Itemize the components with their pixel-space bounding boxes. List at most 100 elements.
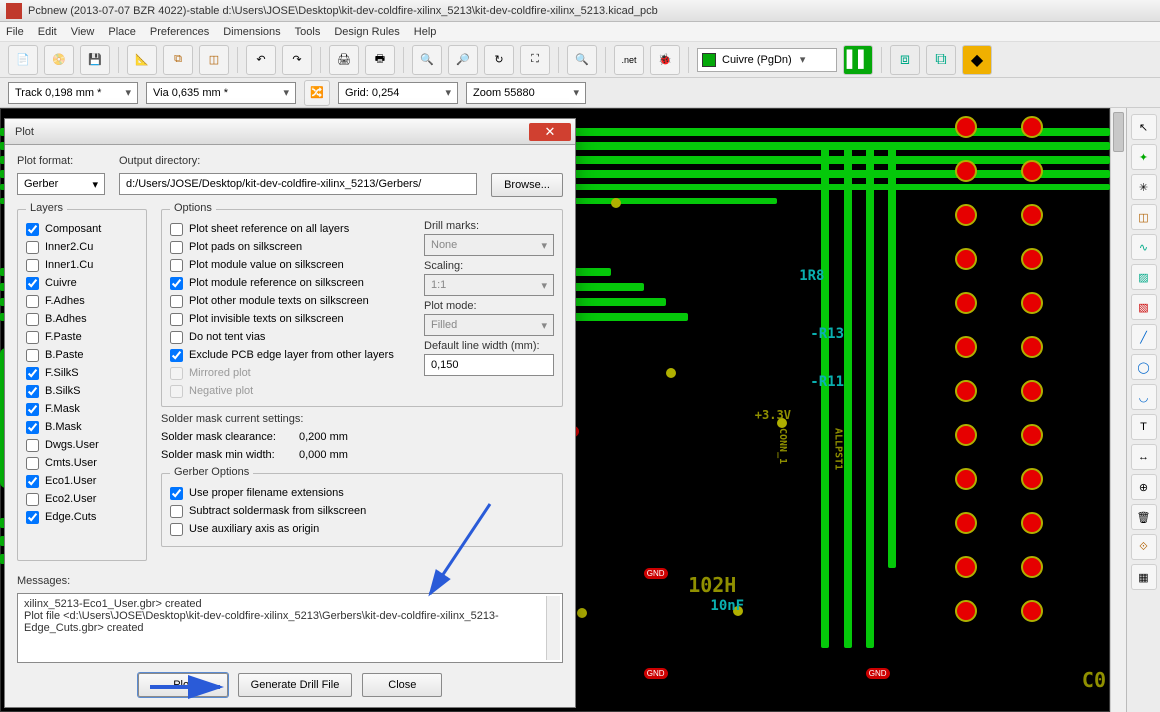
layer-cmts-user[interactable]: Cmts.User <box>26 454 138 472</box>
component-icon[interactable]: ⧉ <box>163 45 193 75</box>
autoroute-icon[interactable]: 🔀 <box>304 80 330 106</box>
layer-b-paste[interactable]: B.Paste <box>26 346 138 364</box>
layer-composant[interactable]: Composant <box>26 220 138 238</box>
add-zone-icon[interactable]: ▨ <box>1131 264 1157 290</box>
layer-b-silks[interactable]: B.SilkS <box>26 382 138 400</box>
menu-edit[interactable]: Edit <box>38 26 57 38</box>
layer-b-adhes[interactable]: B.Adhes <box>26 310 138 328</box>
drill-select[interactable]: None▾ <box>424 234 554 256</box>
plot-format-select[interactable]: Gerber ▾ <box>17 173 105 195</box>
text-icon[interactable]: T <box>1131 414 1157 440</box>
zoom-out-icon[interactable]: 🔎 <box>448 45 478 75</box>
drill-label: Drill marks: <box>424 220 554 232</box>
dimension-icon[interactable]: ↔ <box>1131 444 1157 470</box>
plot-icon[interactable]: 🖶 <box>365 45 395 75</box>
find-icon[interactable]: 🔍 <box>567 45 597 75</box>
opt-2[interactable]: Plot module value on silkscreen <box>170 256 400 274</box>
layer-b-mask[interactable]: B.Mask <box>26 418 138 436</box>
linewidth-input[interactable]: 0,150 <box>424 354 554 376</box>
draw-line-icon[interactable]: ╱ <box>1131 324 1157 350</box>
zoom-in-icon[interactable]: 🔍 <box>412 45 442 75</box>
browse-button[interactable]: Browse... <box>491 173 563 197</box>
zoom-select[interactable]: Zoom 55880 ▾ <box>466 82 586 104</box>
close-icon[interactable]: ✕ <box>529 123 571 141</box>
delete-icon[interactable]: 🗑 <box>1131 504 1157 530</box>
layer-cuivre[interactable]: Cuivre <box>26 274 138 292</box>
opt-5[interactable]: Plot invisible texts on silkscreen <box>170 310 400 328</box>
layer-inner1-cu[interactable]: Inner1.Cu <box>26 256 138 274</box>
menu-tools[interactable]: Tools <box>295 26 321 38</box>
refresh-icon[interactable]: ↻ <box>484 45 514 75</box>
layer-select[interactable]: Cuivre (PgDn) ▾ <box>697 48 837 72</box>
netlist-icon[interactable]: .net <box>614 45 644 75</box>
menu-file[interactable]: File <box>6 26 24 38</box>
grid-select[interactable]: Grid: 0,254 ▾ <box>338 82 458 104</box>
auto-track-icon[interactable]: ⧉ <box>926 45 956 75</box>
track-width-select[interactable]: Track 0,198 mm * ▾ <box>8 82 138 104</box>
undo-icon[interactable]: ↶ <box>246 45 276 75</box>
opt-1[interactable]: Plot pads on silkscreen <box>170 238 400 256</box>
draw-arc-icon[interactable]: ◡ <box>1131 384 1157 410</box>
layer-toggle-icon[interactable]: ▌▌ <box>843 45 873 75</box>
gnd-label: GND <box>644 568 668 579</box>
sm-clear-k: Solder mask clearance: <box>161 431 291 443</box>
menu-preferences[interactable]: Preferences <box>150 26 209 38</box>
redo-icon[interactable]: ↷ <box>282 45 312 75</box>
menu-help[interactable]: Help <box>414 26 437 38</box>
draw-circle-icon[interactable]: ◯ <box>1131 354 1157 380</box>
page-setup-icon[interactable]: 📐 <box>127 45 157 75</box>
dialog-titlebar[interactable]: Plot ✕ <box>5 119 575 145</box>
zoom-fit-icon[interactable]: ⛶ <box>520 45 550 75</box>
opt-6[interactable]: Do not tent vias <box>170 328 400 346</box>
layer-dwgs-user[interactable]: Dwgs.User <box>26 436 138 454</box>
scaling-select[interactable]: 1:1▾ <box>424 274 554 296</box>
keepout-icon[interactable]: ▧ <box>1131 294 1157 320</box>
open-icon[interactable]: 📀 <box>44 45 74 75</box>
warning-icon[interactable]: ◆ <box>962 45 992 75</box>
scroll-thumb[interactable] <box>1113 112 1124 152</box>
layer-f-paste[interactable]: F.Paste <box>26 328 138 346</box>
new-icon[interactable]: 📄 <box>8 45 38 75</box>
local-ratsnest-icon[interactable]: ✳ <box>1131 174 1157 200</box>
layer-edge-cuts[interactable]: Edge.Cuts <box>26 508 138 526</box>
layer-f-mask[interactable]: F.Mask <box>26 400 138 418</box>
cursor-icon[interactable]: ↖ <box>1131 114 1157 140</box>
layer-f-silks[interactable]: F.SilkS <box>26 364 138 382</box>
track-width-label: Track 0,198 mm * <box>15 87 101 99</box>
layer-inner2-cu[interactable]: Inner2.Cu <box>26 238 138 256</box>
offset-icon[interactable]: ⟐ <box>1131 534 1157 560</box>
add-track-icon[interactable]: ∿ <box>1131 234 1157 260</box>
through-hole-pad <box>955 380 977 402</box>
drc-icon[interactable]: 🐞 <box>650 45 680 75</box>
via-size-select[interactable]: Via 0,635 mm * ▾ <box>146 82 296 104</box>
close-button[interactable]: Close <box>362 673 442 697</box>
opt-4[interactable]: Plot other module texts on silkscreen <box>170 292 400 310</box>
messages-scrollbar[interactable] <box>546 596 560 660</box>
save-icon[interactable]: 💾 <box>80 45 110 75</box>
layer-eco1-user[interactable]: Eco1.User <box>26 472 138 490</box>
menu-place[interactable]: Place <box>108 26 136 38</box>
output-dir-input[interactable]: d:/Users/JOSE/Desktop/kit-dev-coldfire-x… <box>119 173 477 195</box>
target-icon[interactable]: ⊕ <box>1131 474 1157 500</box>
through-hole-pad <box>955 116 977 138</box>
menu-design-rules[interactable]: Design Rules <box>334 26 399 38</box>
add-module-icon[interactable]: ◫ <box>1131 204 1157 230</box>
layer-eco2-user[interactable]: Eco2.User <box>26 490 138 508</box>
menu-dimensions[interactable]: Dimensions <box>223 26 280 38</box>
menu-view[interactable]: View <box>71 26 95 38</box>
gerber-opt-0[interactable]: Use proper filename extensions <box>170 484 554 502</box>
grid-origin-icon[interactable]: ▦ <box>1131 564 1157 590</box>
highlight-net-icon[interactable]: ✦ <box>1131 144 1157 170</box>
print-icon[interactable]: 🖨 <box>329 45 359 75</box>
plotmode-select[interactable]: Filled▾ <box>424 314 554 336</box>
opt-7[interactable]: Exclude PCB edge layer from other layers <box>170 346 400 364</box>
gerber-title: Gerber Options <box>170 466 253 478</box>
vertical-scrollbar[interactable] <box>1110 108 1126 712</box>
opt-0[interactable]: Plot sheet reference on all layers <box>170 220 400 238</box>
drc-tool-icon[interactable]: ⧈ <box>890 45 920 75</box>
module-icon[interactable]: ◫ <box>199 45 229 75</box>
menu-bar: File Edit View Place Preferences Dimensi… <box>0 22 1160 42</box>
opt-3[interactable]: Plot module reference on silkscreen <box>170 274 400 292</box>
drill-file-button[interactable]: Generate Drill File <box>238 673 353 697</box>
layer-f-adhes[interactable]: F.Adhes <box>26 292 138 310</box>
